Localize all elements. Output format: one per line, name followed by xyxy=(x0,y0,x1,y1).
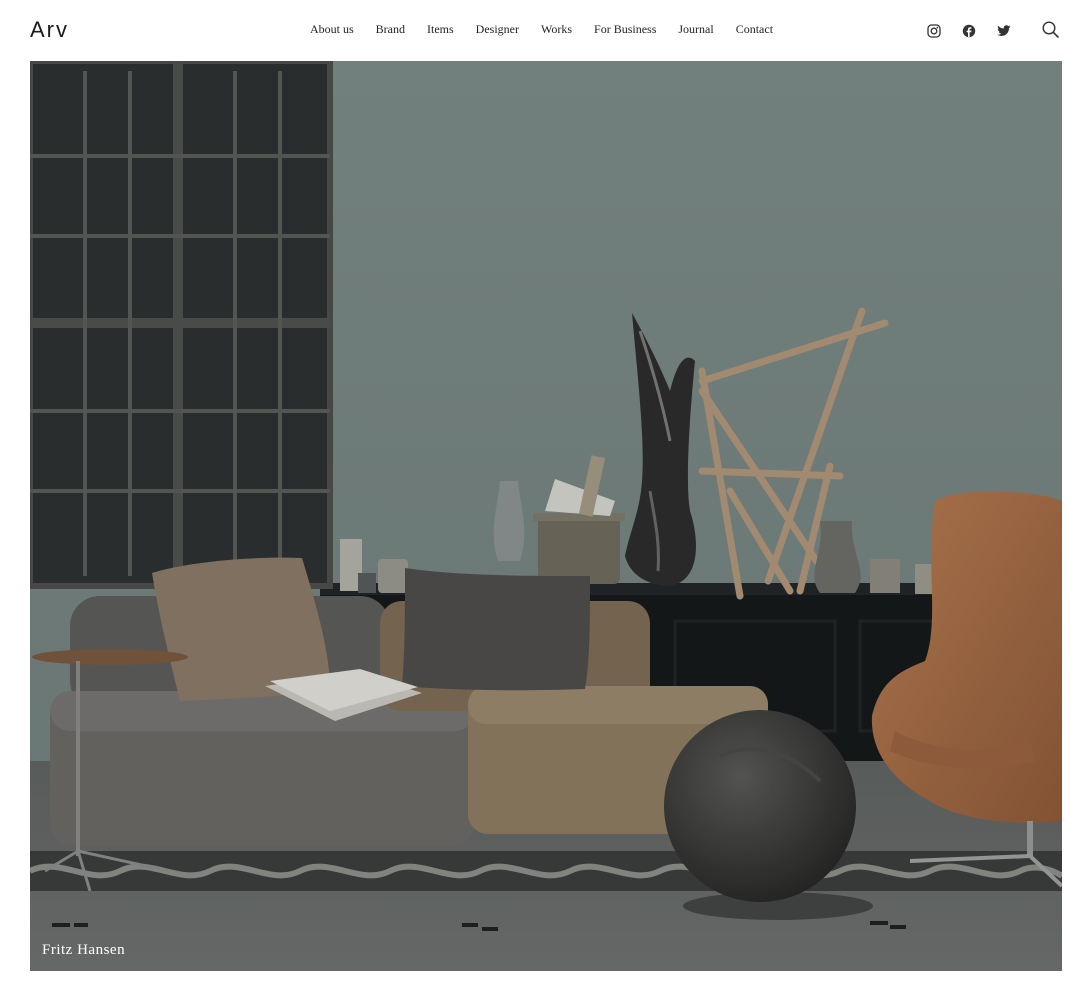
hero-caption[interactable]: Fritz Hansen xyxy=(42,942,125,959)
main-nav: About us Brand Items Designer Works For … xyxy=(310,21,795,37)
nav-works[interactable]: Works xyxy=(541,21,572,37)
site-header: Arv About us Brand Items Designer Works … xyxy=(0,0,1092,60)
nav-about-us[interactable]: About us xyxy=(310,21,354,37)
nav-for-business[interactable]: For Business xyxy=(594,21,656,37)
social-links xyxy=(924,22,1013,40)
hero-photo xyxy=(30,61,1062,971)
nav-brand[interactable]: Brand xyxy=(376,21,405,37)
nav-journal[interactable]: Journal xyxy=(678,21,713,37)
logo[interactable]: Arv xyxy=(30,17,69,43)
twitter-icon[interactable] xyxy=(994,22,1013,40)
search-icon[interactable] xyxy=(1041,20,1061,40)
facebook-icon[interactable] xyxy=(959,22,978,40)
instagram-icon[interactable] xyxy=(924,22,943,40)
nav-designer[interactable]: Designer xyxy=(476,21,519,37)
nav-items[interactable]: Items xyxy=(427,21,454,37)
hero-image[interactable] xyxy=(30,61,1062,971)
nav-contact[interactable]: Contact xyxy=(736,21,773,37)
